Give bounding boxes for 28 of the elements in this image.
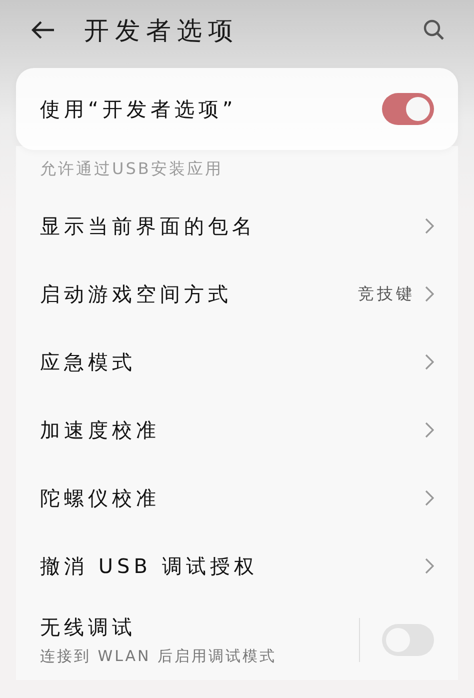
settings-row[interactable]: 陀螺仪校准 (16, 464, 458, 532)
setting-value: 竞技键 (358, 284, 415, 304)
setting-description: 连接到 WLAN 后启用调试模式 (40, 647, 277, 666)
setting-label: 使用“开发者选项” (40, 96, 237, 122)
setting-label: 陀螺仪校准 (40, 484, 160, 512)
settings-row[interactable]: 加速度校准 (16, 396, 458, 464)
chevron-icon (425, 354, 434, 370)
settings-row[interactable]: 无线调试 连接到 WLAN 后启用调试模式 (16, 600, 458, 680)
chevron-icon (425, 422, 434, 438)
setting-label: 应急模式 (40, 348, 136, 376)
setting-label: 启动游戏空间方式 (40, 280, 232, 308)
settings-row[interactable]: 显示当前界面的包名 (16, 192, 458, 260)
page-title: 开发者选项 (84, 14, 240, 46)
setting-label: 显示当前界面的包名 (40, 212, 256, 240)
chevron-icon (425, 558, 434, 574)
chevron-icon (425, 218, 434, 234)
search-icon[interactable] (422, 18, 446, 42)
settings-row[interactable]: 启动游戏空间方式 竞技键 (16, 260, 458, 328)
back-icon[interactable] (30, 20, 56, 40)
settings-row[interactable]: 应急模式 (16, 328, 458, 396)
chevron-icon (425, 490, 434, 506)
toggle-switch[interactable] (382, 93, 434, 125)
setting-label: 允许通过USB安装应用 (40, 158, 223, 180)
settings-row[interactable]: 撤消 USB 调试授权 (16, 532, 458, 600)
setting-label: 无线调试 (40, 614, 137, 641)
setting-label: 加速度校准 (40, 416, 160, 444)
setting-label: 撤消 USB 调试授权 (40, 552, 258, 580)
chevron-icon (425, 286, 434, 302)
